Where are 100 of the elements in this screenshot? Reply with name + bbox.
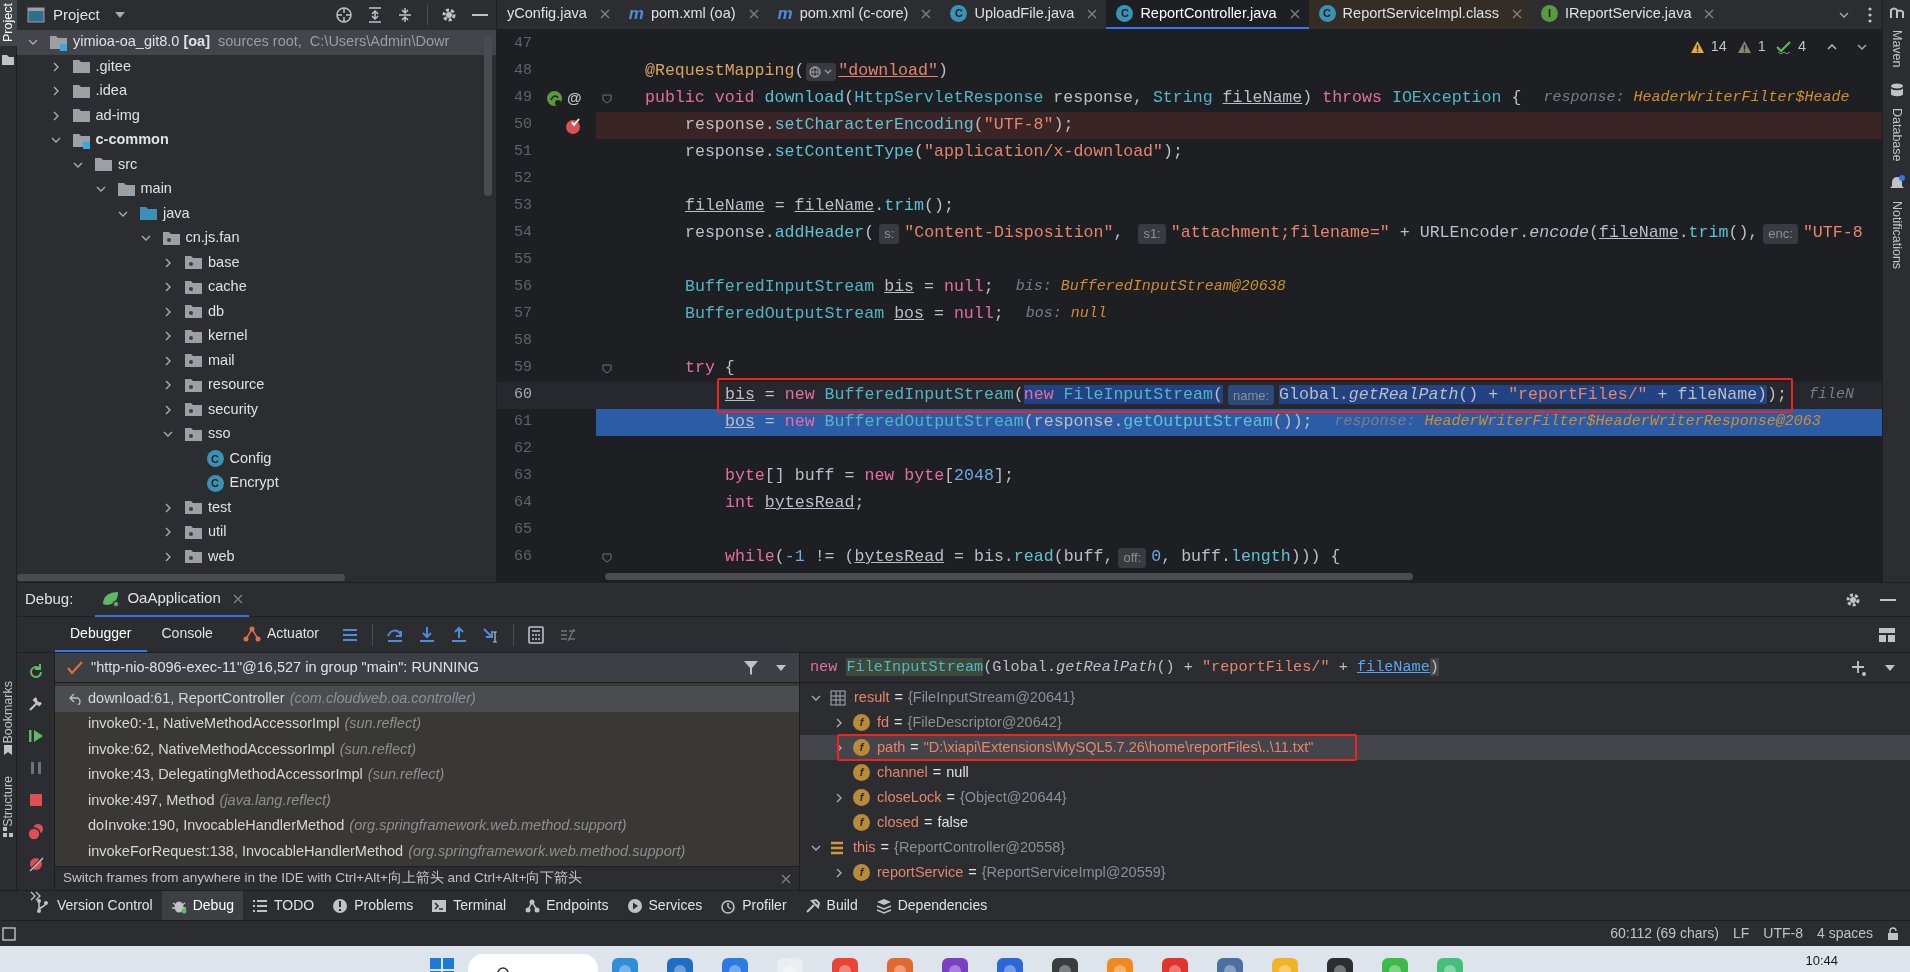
- scrollbar[interactable]: [17, 574, 345, 581]
- editor-tab[interactable]: I IReportService.java: [1530, 0, 1724, 29]
- inspection-count[interactable]: 4: [1797, 36, 1806, 58]
- tool-window-tab[interactable]: Maven: [1887, 30, 1906, 68]
- status-item[interactable]: 4 spaces: [1816, 923, 1873, 944]
- tree-item[interactable]: sso: [17, 422, 496, 447]
- tree-item[interactable]: java: [17, 201, 496, 226]
- database-icon[interactable]: [1888, 81, 1905, 98]
- tree-item[interactable]: cn.js.fan: [17, 226, 496, 251]
- editor-tab[interactable]: m pom.xml (c-core): [767, 0, 941, 29]
- breakpoint-icon[interactable]: [564, 116, 582, 135]
- close-icon[interactable]: [921, 8, 932, 19]
- filter-icon[interactable]: [743, 659, 759, 676]
- editor-tab[interactable]: yConfig.java: [497, 0, 619, 29]
- variable-item[interactable]: f reportService = {ReportServiceImpl@20559}: [800, 860, 1910, 885]
- debugger-tab[interactable]: Actuator: [227, 617, 334, 652]
- close-icon[interactable]: [1289, 8, 1300, 19]
- settings-icon[interactable]: [440, 6, 458, 24]
- scrollbar[interactable]: [484, 36, 492, 196]
- web-endpoint-icon[interactable]: [806, 62, 837, 81]
- tree-item[interactable]: resource: [17, 373, 496, 398]
- inspection-count[interactable]: 14: [1710, 36, 1727, 58]
- debugger-tab[interactable]: Console: [146, 617, 228, 652]
- close-icon[interactable]: [1511, 8, 1522, 19]
- stack-frame[interactable]: invoke:43, DelegatingMethodAccessorImpl (sun.reflect): [55, 762, 799, 788]
- tree-item[interactable]: ad-img: [17, 103, 496, 128]
- close-icon[interactable]: [781, 873, 791, 884]
- close-icon[interactable]: [599, 8, 610, 19]
- tree-item[interactable]: .idea: [17, 79, 496, 104]
- stack-frame[interactable]: doInvoke:190, InvocableHandlerMethod (org.springframework.web.method.support): [55, 813, 799, 839]
- close-icon[interactable]: [1087, 8, 1098, 19]
- panel-title[interactable]: Project: [53, 3, 100, 27]
- locate-icon[interactable]: [335, 6, 353, 24]
- tool-window-tab[interactable]: Terminal: [422, 891, 516, 920]
- lock-icon[interactable]: [1886, 926, 1900, 941]
- variable-item[interactable]: f channel = null: [800, 760, 1910, 785]
- tree-item[interactable]: yimioa-oa_git8.0 [oa] sources root, C:\Users\Admin\Dowr: [17, 30, 496, 55]
- tool-window-tab[interactable]: Database: [1887, 107, 1906, 162]
- tree-item[interactable]: kernel: [17, 324, 496, 349]
- variable-item[interactable]: f closeLock = {Object@20644}: [800, 785, 1910, 810]
- warning-icon[interactable]: [1689, 39, 1705, 54]
- tree-item[interactable]: main: [17, 177, 496, 202]
- tree-item[interactable]: .gitee: [17, 54, 496, 79]
- tree-item[interactable]: c-common: [17, 128, 496, 153]
- stack-frame[interactable]: invoke0:-1, NativeMethodAccessorImpl (sun.reflect): [55, 711, 799, 737]
- view-breakpoints-icon[interactable]: [26, 823, 45, 841]
- tree-item[interactable]: cache: [17, 275, 496, 300]
- tool-window-tab[interactable]: Notifications: [1887, 201, 1906, 270]
- tool-window-tab[interactable]: TODO: [243, 891, 324, 920]
- tool-window-tab[interactable]: Dependencies: [866, 891, 997, 920]
- editor-tab[interactable]: C ReportController.java: [1106, 0, 1309, 29]
- inspection-count[interactable]: 1: [1757, 36, 1766, 58]
- close-icon[interactable]: [1704, 8, 1715, 19]
- tree-item[interactable]: C Encrypt: [17, 471, 496, 496]
- dropdown-icon[interactable]: [775, 663, 787, 672]
- fold-marker-icon[interactable]: [602, 552, 612, 563]
- fold-marker-icon[interactable]: [602, 363, 612, 374]
- close-icon[interactable]: [748, 8, 759, 19]
- structure-tool-tab[interactable]: Structure: [0, 775, 20, 827]
- close-icon[interactable]: [232, 593, 243, 604]
- tool-window-tab[interactable]: Debug: [161, 891, 243, 920]
- dropdown-icon[interactable]: [113, 11, 126, 19]
- bean-icon[interactable]: [546, 90, 563, 107]
- editor-tab[interactable]: C UploadFile.java: [940, 0, 1107, 29]
- bookmarks-tool-tab[interactable]: Bookmarks: [0, 681, 20, 744]
- resume-icon[interactable]: [26, 727, 45, 745]
- variable-item[interactable]: f closed = false: [800, 810, 1910, 835]
- evaluate-icon[interactable]: [527, 625, 545, 644]
- editor-tab[interactable]: m pom.xml (oa): [618, 0, 768, 29]
- add-watch-icon[interactable]: [1850, 658, 1868, 677]
- step-out-icon[interactable]: [450, 625, 468, 644]
- more-chevrons-icon[interactable]: [29, 891, 42, 901]
- more-icon[interactable]: [1868, 6, 1872, 23]
- tool-window-tab[interactable]: Services: [617, 891, 712, 920]
- tool-window-tab[interactable]: Problems: [323, 891, 423, 920]
- tree-item[interactable]: security: [17, 397, 496, 422]
- variable-item[interactable]: f fd = {FileDescriptor@20642}: [800, 710, 1910, 735]
- annotation-marker[interactable]: @: [567, 87, 582, 110]
- collapse-all-icon[interactable]: [397, 6, 413, 24]
- tree-item[interactable]: test: [17, 495, 496, 520]
- clock-time[interactable]: 10:44: [1805, 946, 1910, 971]
- status-item[interactable]: UTF-8: [1763, 923, 1803, 944]
- variable-item[interactable]: this = {ReportController@20558}: [800, 835, 1910, 860]
- dropdown-icon[interactable]: [1884, 663, 1896, 672]
- minimize-icon[interactable]: [472, 13, 488, 17]
- variable-item[interactable]: f path = "D:\xiapi\Extensions\MySQL5.7.26\home\reportFiles\..\11.txt": [800, 735, 1910, 760]
- tree-item[interactable]: mail: [17, 348, 496, 373]
- step-into-icon[interactable]: [418, 625, 436, 644]
- tool-window-tab[interactable]: Version Control: [26, 891, 162, 920]
- fold-marker-icon[interactable]: [602, 93, 612, 104]
- tree-item[interactable]: web: [17, 544, 496, 569]
- tool-window-tab[interactable]: Endpoints: [515, 891, 618, 920]
- stack-frame[interactable]: download:61, ReportController (com.cloudweb.oa.controller): [55, 686, 799, 712]
- tool-window-tab[interactable]: Profiler: [711, 891, 796, 920]
- expand-all-icon[interactable]: [367, 6, 383, 24]
- status-item[interactable]: 60:112 (69 chars): [1610, 923, 1719, 944]
- stack-frame[interactable]: invokeForRequest:138, InvocableHandlerMethod (org.springframework.web.method.support): [55, 839, 799, 865]
- scrollbar[interactable]: [605, 573, 1413, 580]
- layout-icon[interactable]: [1878, 626, 1896, 643]
- run-configuration-tab[interactable]: OaApplication: [95, 582, 249, 617]
